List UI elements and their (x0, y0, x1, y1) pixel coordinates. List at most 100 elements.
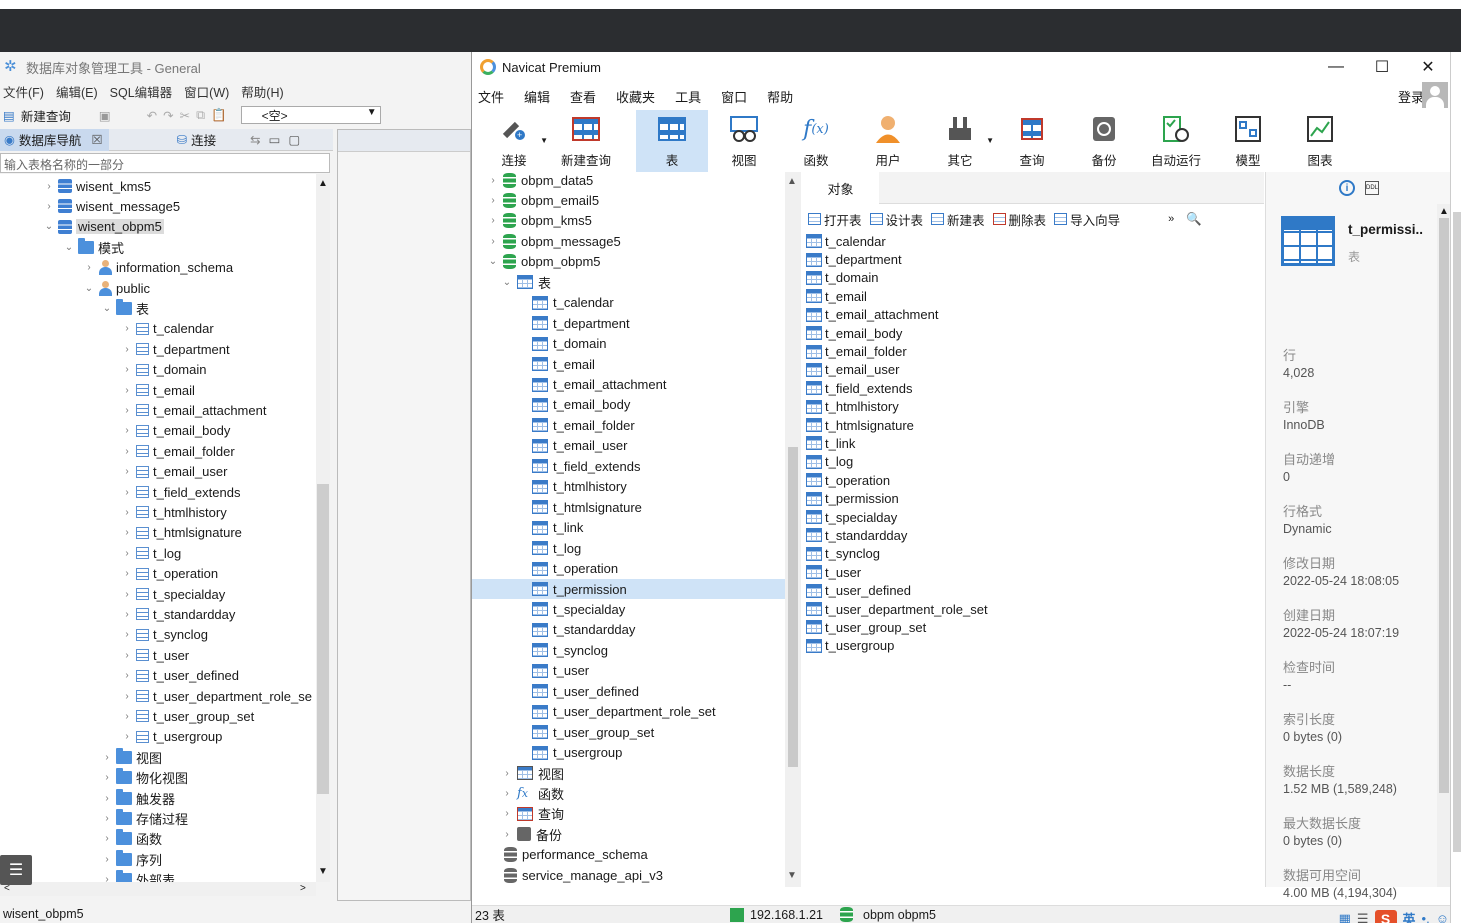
ddl-icon[interactable]: DDL (1365, 181, 1379, 195)
tree-table-item[interactable]: t_specialday (472, 599, 625, 619)
tree-table-item[interactable]: t_synclog (472, 640, 608, 660)
object-table-row[interactable]: t_email_body (802, 324, 1264, 342)
chevron-right-icon[interactable]: › (122, 711, 132, 722)
tree-subfolder-item[interactable]: › 备份 (502, 824, 562, 844)
object-table-row[interactable]: t_user_group_set (802, 618, 1264, 636)
menu-window[interactable]: 窗口 (715, 87, 761, 106)
chevron-right-icon[interactable]: › (122, 405, 132, 416)
minimize-icon[interactable]: ▭ (269, 132, 281, 147)
other-button[interactable]: 其它 ▼ (924, 110, 996, 172)
tree-table-item[interactable]: t_email_folder (472, 415, 635, 435)
tree-db-item[interactable]: service_manage_auth_v3 (504, 886, 671, 887)
new-query-button[interactable]: 新建查询 (21, 106, 71, 125)
undo-icon[interactable]: ↶ (147, 108, 157, 123)
tree-schema-item[interactable]: ⌄ public (84, 278, 150, 298)
chevron-right-icon[interactable]: › (122, 589, 132, 600)
tree-table-item[interactable]: › t_email (122, 380, 195, 400)
chevron-right-icon[interactable]: › (102, 874, 112, 882)
object-table-row[interactable]: t_user (802, 563, 1264, 581)
chevron-right-icon[interactable]: › (44, 201, 54, 212)
chevron-right-icon[interactable]: › (102, 752, 112, 763)
cut-icon[interactable]: ✂ (180, 108, 190, 123)
tree-folder-item[interactable]: › 物化视图 (102, 768, 188, 788)
view-button[interactable]: 视图 (708, 110, 780, 172)
object-table-row[interactable]: t_permission (802, 489, 1264, 507)
model-button[interactable]: 模型 (1212, 110, 1284, 172)
connect-button[interactable]: + 连接 ▼ (478, 110, 550, 172)
chevron-down-icon[interactable]: ⌄ (488, 256, 498, 267)
design-table-button[interactable]: 设计表 (869, 210, 923, 229)
tab-db-navigator[interactable]: ◉ 数据库导航 ☒ (0, 128, 109, 151)
tree-table-item[interactable]: t_standardday (472, 620, 635, 640)
chevron-right-icon[interactable]: › (122, 629, 132, 640)
tree-table-item[interactable]: t_field_extends (472, 456, 640, 476)
tree-folder-item[interactable]: › 函数 (102, 829, 162, 849)
chevron-right-icon[interactable]: › (488, 175, 498, 186)
chevron-right-icon[interactable]: › (122, 466, 132, 477)
table-button[interactable]: 表 (636, 110, 708, 172)
scroll-down-icon[interactable]: ▼ (787, 870, 797, 881)
tree-table-item[interactable]: › t_department (122, 339, 229, 359)
tree-table-item[interactable]: t_htmlsignature (472, 497, 642, 517)
object-table-row[interactable]: t_standardday (802, 526, 1264, 544)
object-table-row[interactable]: t_synclog (802, 545, 1264, 563)
copy-icon[interactable]: ⧉ (196, 108, 205, 123)
menu-favorites[interactable]: 收藏夹 (610, 87, 669, 106)
chevron-right-icon[interactable]: › (122, 344, 132, 355)
object-table-row[interactable]: t_email_attachment (802, 306, 1264, 324)
list-view-icon[interactable]: ☰ (1357, 911, 1369, 923)
ime-language[interactable]: 英 (1403, 909, 1416, 923)
tree-table-item[interactable]: › t_synclog (122, 625, 208, 645)
menu-file[interactable]: 文件(F) (3, 82, 44, 102)
tree-table-item[interactable]: t_operation (472, 559, 618, 579)
tree-table-item[interactable]: t_link (472, 518, 583, 538)
tree-table-item[interactable]: › t_calendar (122, 319, 213, 339)
chevron-right-icon[interactable]: › (122, 385, 132, 396)
tree-db-item[interactable]: ⌄ obpm_obpm5 (488, 252, 601, 272)
tree-table-item[interactable]: t_user (472, 661, 589, 681)
info-scrollbar[interactable]: ▲ (1437, 204, 1450, 887)
tree-table-item[interactable]: › t_user_department_role_se (122, 686, 312, 706)
tree-scrollbar[interactable]: ▲ ▼ (785, 172, 801, 887)
object-table-row[interactable]: t_user_department_role_set (802, 600, 1264, 618)
tree-folder-item[interactable]: › 触发器 (102, 788, 175, 808)
menu-sql-editor[interactable]: SQL编辑器 (110, 82, 173, 102)
tree-table-item[interactable]: › t_email_user (122, 462, 227, 482)
object-table-row[interactable]: t_domain (802, 269, 1264, 287)
tree-schema-item[interactable]: › information_schema (84, 258, 233, 278)
scroll-up-icon[interactable]: ▲ (787, 176, 797, 187)
tree-table-item[interactable]: t_log (472, 538, 581, 558)
tree-table-folder[interactable]: ⌄ 表 (502, 272, 551, 292)
tree-folder-item[interactable]: › 外部表 (102, 870, 175, 882)
avatar[interactable] (1422, 82, 1448, 108)
chevron-right-icon[interactable]: › (122, 507, 132, 518)
open-table-button[interactable]: 打开表 (808, 210, 862, 229)
chart-button[interactable]: 图表 (1284, 110, 1356, 172)
chevron-right-icon[interactable]: › (488, 236, 498, 247)
chevron-down-icon[interactable]: ⌄ (102, 303, 112, 314)
chevron-right-icon[interactable]: › (502, 788, 512, 799)
menu-edit[interactable]: 编辑 (518, 87, 564, 106)
tree-table-item[interactable]: › t_specialday (122, 584, 225, 604)
close-button[interactable]: ✕ (1405, 52, 1450, 82)
object-table-row[interactable]: t_link (802, 434, 1264, 452)
chevron-right-icon[interactable]: › (102, 854, 112, 865)
tree-subfolder-item[interactable]: › 视图 (502, 763, 564, 783)
chevron-right-icon[interactable]: › (44, 181, 54, 192)
horizontal-scrollbar[interactable]: < > (0, 882, 316, 896)
tree-table-item[interactable]: › t_operation (122, 564, 218, 584)
dropdown-arrow-icon[interactable]: ▼ (540, 136, 548, 145)
chevron-right-icon[interactable]: › (102, 813, 112, 824)
tree-folder-item[interactable]: › 视图 (102, 747, 162, 767)
minimize-button[interactable]: — (1313, 52, 1359, 82)
user-button[interactable]: 用户 (852, 110, 924, 172)
tree-table-item[interactable]: › t_usergroup (122, 727, 222, 747)
maximize-button[interactable]: ☐ (1359, 52, 1405, 82)
menu-tools[interactable]: 工具 (669, 87, 715, 106)
tab-objects[interactable]: 对象 (802, 172, 879, 204)
function-button[interactable]: f (x) 函数 (780, 110, 852, 172)
menu-help[interactable]: 帮助(H) (241, 82, 283, 102)
chevron-right-icon[interactable]: › (122, 425, 132, 436)
tree-table-item[interactable]: t_department (472, 313, 630, 333)
emoji-icon[interactable]: ☺ (1436, 911, 1449, 923)
